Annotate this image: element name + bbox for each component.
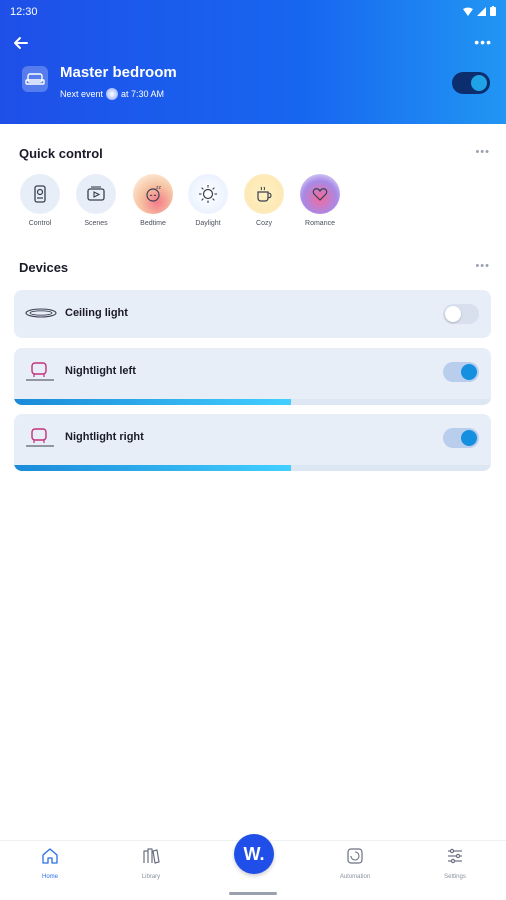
quick-control-label: Romance (305, 220, 335, 227)
nav-label: Library (141, 874, 161, 880)
quick-control-scenes[interactable]: Scenes (70, 174, 122, 227)
quick-control-label: Bedtime (140, 220, 166, 227)
next-event[interactable]: Next event at 7:30 AM (60, 88, 164, 100)
brightness-track[interactable] (14, 465, 491, 471)
status-icons (463, 6, 496, 16)
bedroom-icon (22, 66, 48, 92)
device-name: Nightlight right (65, 431, 144, 443)
home-icon (42, 848, 58, 864)
settings-sliders-icon (448, 848, 462, 864)
device-toggle[interactable] (443, 428, 479, 448)
device-card-ceiling-light[interactable]: Ceiling light (14, 290, 491, 338)
room-power-toggle[interactable] (452, 72, 490, 94)
device-toggle[interactable] (443, 362, 479, 382)
toggle-knob (461, 364, 477, 380)
device-card-nightlight-left[interactable]: Nightlight left (14, 348, 491, 405)
more-options-icon[interactable]: ••• (474, 34, 492, 50)
nightlight-icon (26, 362, 54, 381)
quick-control-more-icon[interactable]: ••• (475, 146, 490, 158)
automation-icon (347, 848, 363, 864)
next-event-label: Next event (60, 89, 104, 99)
brightness-fill (14, 399, 291, 405)
status-time: 12:30 (10, 6, 38, 18)
remote-icon (20, 174, 60, 214)
nav-settings[interactable]: Settings (425, 847, 485, 880)
nav-label: Settings (444, 874, 466, 880)
ceiling-light-icon (25, 308, 57, 318)
next-event-time: at 7:30 AM (121, 89, 165, 99)
sun-icon (188, 174, 228, 214)
quick-control-bedtime[interactable]: zz Bedtime (127, 174, 179, 227)
nav-library[interactable]: Library (121, 847, 181, 880)
event-scene-icon (106, 88, 119, 100)
toggle-knob (471, 75, 487, 91)
device-name: Ceiling light (65, 307, 128, 319)
nav-label: Automation (339, 874, 371, 880)
quick-control-label: Control (28, 220, 52, 227)
quick-control-cozy[interactable]: Cozy (238, 174, 290, 227)
room-title: Master bedroom (60, 64, 177, 81)
quick-control-daylight[interactable]: Daylight (182, 174, 234, 227)
wiz-center-button[interactable]: W. (234, 834, 274, 874)
home-indicator[interactable] (229, 892, 277, 895)
bedtime-icon: zz (133, 174, 173, 214)
quick-control-label: Scenes (84, 220, 108, 227)
quick-control-label: Daylight (195, 220, 221, 227)
nightlight-icon (26, 428, 54, 447)
room-header: 12:30 ••• Master bedroom Next event at 7… (0, 0, 506, 124)
quick-control-label: Cozy (256, 220, 272, 227)
quick-control-control[interactable]: Control (14, 174, 66, 227)
device-name: Nightlight left (65, 365, 136, 377)
nav-automation[interactable]: Automation (325, 847, 385, 880)
quick-control-title: Quick control (19, 146, 103, 161)
toggle-knob (461, 430, 477, 446)
device-card-nightlight-right[interactable]: Nightlight right (14, 414, 491, 471)
scenes-icon (76, 174, 116, 214)
devices-title: Devices (19, 260, 69, 275)
nav-label: Home (41, 874, 58, 880)
hearts-icon (300, 174, 340, 214)
battery-icon (490, 6, 496, 16)
svg-text:zz: zz (156, 185, 162, 191)
brightness-fill (14, 465, 291, 471)
brightness-track[interactable] (14, 399, 491, 405)
nav-home[interactable]: Home (20, 847, 80, 880)
signal-icon (477, 6, 486, 16)
library-icon (143, 848, 160, 864)
wifi-icon (463, 7, 473, 16)
quick-control-romance[interactable]: Romance (294, 174, 346, 227)
status-bar: 12:30 (0, 6, 506, 20)
device-toggle[interactable] (443, 304, 479, 324)
devices-more-icon[interactable]: ••• (475, 260, 490, 272)
back-arrow-icon[interactable] (12, 34, 30, 52)
toggle-knob (445, 306, 461, 322)
cup-icon (244, 174, 284, 214)
quick-control-row: Control Scenes zz Bedtime Daylight Cozy … (14, 174, 494, 234)
